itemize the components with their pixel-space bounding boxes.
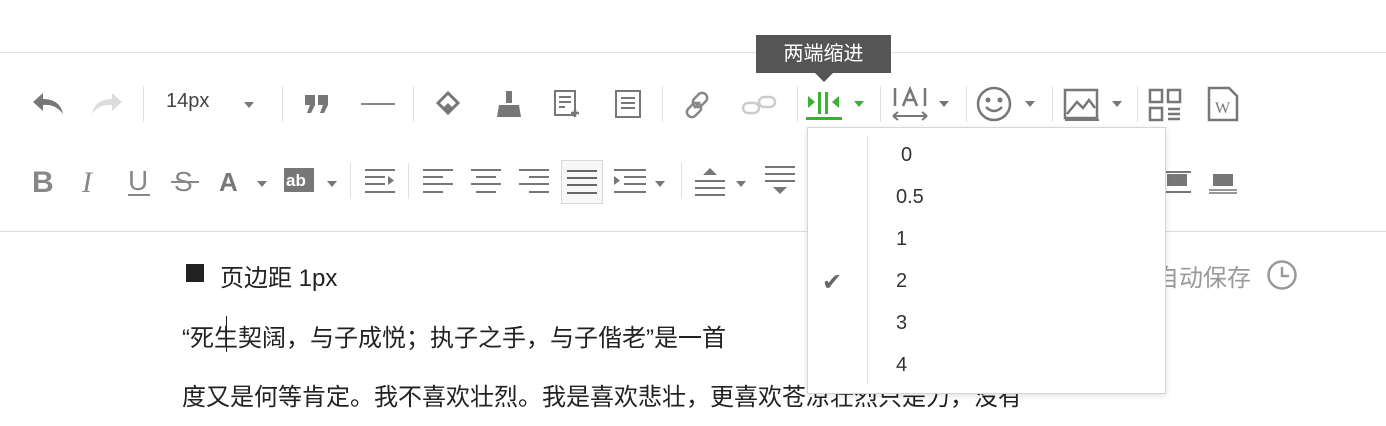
toolbar-separator <box>797 86 798 122</box>
menu-item-label: 0.5 <box>896 186 924 208</box>
menu-item-indent-0-5[interactable]: 0.5 <box>808 176 1165 218</box>
align-center-icon[interactable] <box>470 166 502 196</box>
underline-icon[interactable]: U <box>124 164 154 198</box>
menu-item-label: 3 <box>896 312 908 334</box>
toolbar-separator <box>1052 86 1053 122</box>
toolbar-separator <box>143 86 144 122</box>
toolbar-separator <box>413 86 414 122</box>
toolbar-separator <box>662 86 663 122</box>
toolbar-separator <box>966 86 967 122</box>
italic-icon[interactable]: I <box>76 164 104 198</box>
svg-text:A: A <box>219 167 238 195</box>
bullet-square <box>186 264 204 282</box>
checkmark-icon: ✔ <box>822 269 843 296</box>
svg-text:I: I <box>81 166 94 196</box>
bold-icon[interactable]: B <box>28 164 58 198</box>
line-indent-icon[interactable] <box>613 166 647 196</box>
tooltip-arrow <box>815 73 833 82</box>
top-border <box>0 52 1386 53</box>
word-import-icon[interactable]: W <box>1206 86 1240 122</box>
document-line-1[interactable]: “死生契阔，与子成悦；执子之手，与子偕老”是一首 <box>182 318 726 353</box>
menu-item-label: 4 <box>896 354 908 376</box>
svg-text:W: W <box>1215 100 1231 117</box>
align-right-icon[interactable] <box>518 166 550 196</box>
paragraph-top-icon[interactable] <box>1208 168 1238 196</box>
tooltip: 两端缩进 <box>756 35 891 73</box>
image-icon[interactable] <box>1063 86 1101 122</box>
letter-spacing-caret[interactable] <box>939 101 949 107</box>
paragraph-spacing-icon[interactable] <box>764 164 796 198</box>
line-indent-caret[interactable] <box>655 181 665 187</box>
clear-format-icon[interactable] <box>494 88 524 120</box>
font-size-value[interactable]: 14px <box>166 90 209 113</box>
menu-item-label: 1 <box>896 228 908 250</box>
document-heading[interactable]: 页边距 1px <box>220 258 337 293</box>
horizontal-rule-icon[interactable] <box>360 90 396 118</box>
insert-template-icon[interactable] <box>551 88 585 120</box>
toolbar-separator <box>880 86 881 122</box>
link-icon[interactable] <box>680 88 714 122</box>
line-height-icon[interactable] <box>694 164 726 198</box>
justify-indent-icon[interactable] <box>806 88 842 120</box>
toolbar-separator <box>681 163 682 199</box>
svg-text:ab: ab <box>286 171 306 190</box>
align-left-icon[interactable] <box>422 166 454 196</box>
undo-icon[interactable] <box>30 88 66 118</box>
clock-icon <box>1266 259 1298 296</box>
indent-icon[interactable] <box>364 166 396 196</box>
font-color-icon[interactable]: A <box>216 166 244 196</box>
layout-grid-icon[interactable] <box>1148 88 1182 122</box>
justify-indent-caret[interactable] <box>854 101 864 107</box>
align-justify-icon[interactable] <box>561 160 603 204</box>
menu-item-indent-3[interactable]: 3 <box>808 302 1165 344</box>
highlight-icon[interactable]: ab <box>284 166 314 194</box>
redo-icon[interactable] <box>89 88 125 118</box>
menu-item-indent-1[interactable]: 1 <box>808 218 1165 260</box>
toolbar-bottom-border <box>0 231 1386 232</box>
svg-text:U: U <box>128 165 148 196</box>
toolbar-separator <box>408 163 409 199</box>
paragraph-bottom-icon[interactable] <box>1162 168 1192 196</box>
emoji-icon[interactable] <box>976 86 1012 122</box>
toolbar-separator <box>1137 86 1138 122</box>
highlight-caret[interactable] <box>327 181 337 187</box>
indent-dropdown-menu: 0 0.5 1 ✔ 2 3 4 <box>807 127 1166 394</box>
menu-item-indent-0[interactable]: 0 <box>808 134 1165 176</box>
menu-item-indent-2[interactable]: ✔ 2 <box>808 260 1165 302</box>
text-cursor <box>226 316 227 352</box>
svg-text:B: B <box>32 166 54 196</box>
format-painter-icon[interactable] <box>430 88 464 120</box>
menu-item-label: 2 <box>896 270 908 292</box>
quote-icon[interactable] <box>302 90 332 118</box>
line-height-caret[interactable] <box>736 181 746 187</box>
autosave-label: 自动保存 <box>1155 265 1251 292</box>
unlink-icon[interactable] <box>740 90 778 120</box>
image-caret[interactable] <box>1112 101 1122 107</box>
menu-item-label: 0 <box>901 144 913 166</box>
font-color-caret[interactable] <box>257 181 267 187</box>
document-icon[interactable] <box>612 88 644 120</box>
menu-item-indent-4[interactable]: 4 <box>808 344 1165 386</box>
strikethrough-icon[interactable]: S <box>170 164 200 198</box>
toolbar-separator <box>282 86 283 122</box>
toolbar-separator <box>350 163 351 199</box>
emoji-caret[interactable] <box>1025 101 1035 107</box>
font-size-caret[interactable] <box>244 102 254 108</box>
letter-spacing-icon[interactable] <box>890 86 930 122</box>
